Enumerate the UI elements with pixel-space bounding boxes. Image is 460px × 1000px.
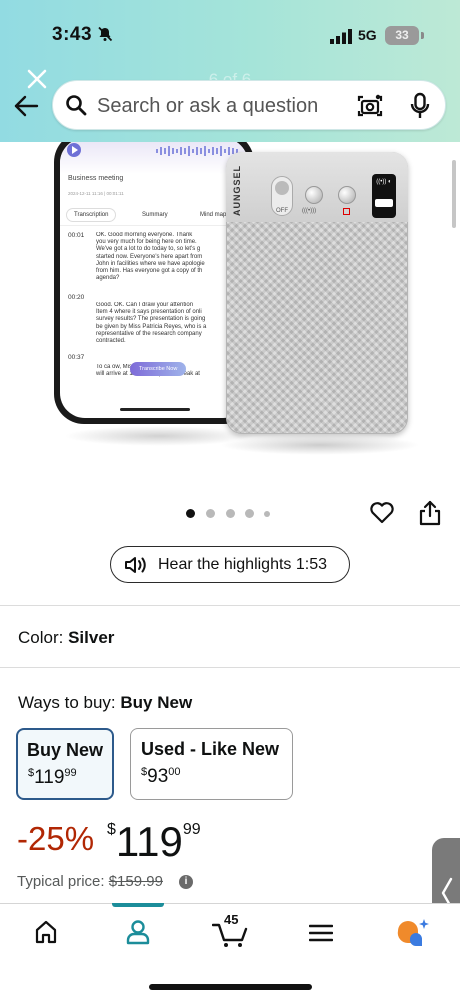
share-icon[interactable] [418,500,442,526]
screen-tab: Transcription [66,208,117,222]
home-indicator [149,984,312,990]
search-icon [66,95,87,116]
battery-tip [421,32,424,39]
status-bar: 3:43 5G 33 [0,0,460,62]
entry-time: 00:37 [68,354,85,361]
bottom-navigation: 45 [0,903,460,1000]
product-image[interactable]: Business meeting 2024-12-11 11:16 | 00:0… [0,142,460,482]
status-time: 3:43 [52,24,93,45]
home-icon[interactable] [34,919,58,945]
ways-to-buy-value: Buy New [120,693,193,712]
signal-icon [330,29,352,44]
divider [0,605,460,606]
rufus-ai-icon[interactable] [396,917,430,947]
option-price: $9300 [141,766,181,787]
device-display: ((•)) ◐ [372,174,396,218]
record-indicator [343,208,350,215]
heart-icon[interactable] [369,501,395,525]
battery-icon: 33 [385,26,419,45]
speaker-icon [125,557,146,573]
typical-price: Typical price: $159.99 [17,873,163,890]
carousel-dot[interactable] [186,509,195,518]
header-bar: 3:43 5G 33 6 of 6 Search or ask a questi… [0,0,460,142]
transcribe-now-button: Transcribe Now [130,362,187,376]
account-icon[interactable] [125,919,151,945]
used-like-new-option[interactable]: Used - Like New $9300 [130,728,293,800]
color-selector[interactable]: Color: Silver [18,628,114,648]
current-price: $11999 [107,818,201,865]
ways-to-buy: Ways to buy: Buy New [18,693,192,713]
color-label: Color: [18,628,64,647]
voice-recorder-device: AUNGSEL OFF (((•))) ((•)) ◐ [226,152,408,434]
device-button [338,186,356,204]
active-tab-indicator [112,903,164,907]
menu-icon[interactable] [309,924,333,942]
microphone-icon[interactable] [409,92,431,120]
hear-highlights-button[interactable]: Hear the highlights 1:53 [110,546,350,583]
phone-screen: Business meeting 2024-12-11 11:16 | 00:0… [60,142,248,418]
brand-logo: AUNGSEL [232,164,242,216]
highlights-label: Hear the highlights 1:53 [158,556,327,573]
entry-time: 00:20 [68,294,85,301]
phone-mockup: Business meeting 2024-12-11 11:16 | 00:0… [54,142,254,424]
ways-to-buy-label: Ways to buy: [18,693,116,712]
typical-price-label: Typical price: [17,873,105,890]
option-price: $11999 [28,767,77,788]
screen-tabs: Transcription Summary Mind mapp [60,206,248,226]
screen-tab: Summary [142,212,168,218]
network-type: 5G [358,27,377,43]
info-icon[interactable]: i [179,875,193,889]
scrollbar[interactable] [452,160,456,228]
carousel-dot[interactable] [226,509,235,518]
carousel-dot[interactable] [264,511,270,517]
entry-text: Good. OK. Can I draw your attention Item… [96,302,207,345]
back-arrow-icon[interactable] [13,94,39,118]
option-title: Used - Like New [141,739,280,759]
entry-text: OK. Good morning everyone. Thank you ver… [96,232,205,282]
color-value: Silver [68,628,115,647]
carousel-dot[interactable] [206,509,215,518]
screen-date: 2024-12-11 11:16 | 00:01:11 [68,191,124,196]
discount-percent: -25% [17,820,95,857]
play-icon [67,143,81,157]
divider [0,667,460,668]
search-input[interactable]: Search or ask a question [52,80,446,130]
device-button [305,186,323,204]
bell-off-icon [98,26,113,42]
typical-price-value: $159.99 [108,873,163,890]
carousel-dot[interactable] [245,509,254,518]
cart-icon[interactable] [212,922,248,948]
buy-new-option[interactable]: Buy New $11999 [16,728,114,800]
battery-level: 33 [395,28,409,42]
entry-time: 00:01 [68,232,85,239]
search-placeholder: Search or ask a question [97,95,319,117]
screen-title: Business meeting [68,175,124,182]
camera-search-icon[interactable] [356,93,384,119]
option-title: Buy New [27,740,104,760]
